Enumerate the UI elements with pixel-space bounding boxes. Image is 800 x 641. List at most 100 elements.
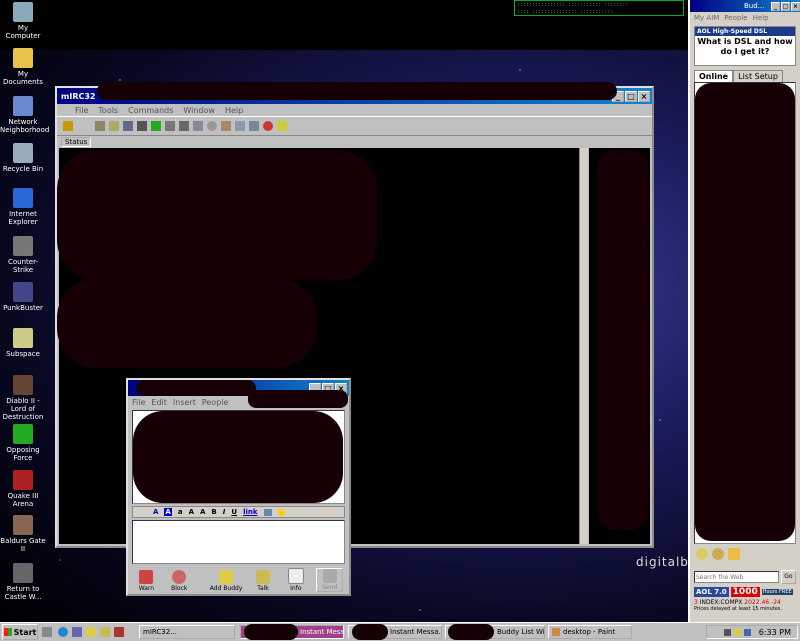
menu-commands[interactable]: Commands [128,106,173,115]
mirc-quicklaunch-icon[interactable] [114,627,124,637]
im-menu-insert[interactable]: Insert [173,398,196,407]
font-larger-icon[interactable]: A [200,508,205,516]
aim-titlebar[interactable]: Bud... _ □ × [690,0,800,12]
desktop-icon-label: Internet Explorer [8,210,38,226]
desktop-icon[interactable]: Baldurs Gate II [0,515,46,553]
script-icon[interactable] [137,121,147,131]
aim-menu-people[interactable]: People [724,14,747,22]
desktop-icon[interactable]: My Documents [0,48,46,86]
tray-aim-icon[interactable] [733,628,741,636]
send-im-icon[interactable] [696,548,708,560]
program-icon [13,470,33,490]
link-icon[interactable]: link [243,508,257,516]
menu-file[interactable]: File [75,106,88,115]
desktop-icon[interactable]: Counter-Strike [0,236,46,274]
im-menu-file[interactable]: File [132,398,145,407]
picture-icon[interactable] [263,508,272,516]
info-button[interactable]: Info [283,568,308,592]
help-icon[interactable] [263,121,273,131]
redacted-text [133,411,343,503]
bold-icon[interactable]: B [211,508,216,516]
tray-monitor-icon[interactable] [743,628,751,636]
search-web-input[interactable] [694,571,779,583]
desktop-icon[interactable]: Opposing Force [0,424,46,462]
stock-ticker[interactable]: 3 INDEX:COMPX 2022.46 -24 [694,599,796,606]
underline-icon[interactable]: U [231,508,237,516]
talk-button[interactable]: Talk [251,570,276,592]
program-icon [13,96,33,116]
menu-help[interactable]: Help [225,106,243,115]
options-icon[interactable] [95,121,105,131]
warn-button[interactable]: Warn [134,570,159,592]
tab-status[interactable]: Status [61,137,92,147]
block-button[interactable]: Block [167,570,192,592]
cascade-icon[interactable] [235,121,245,131]
go-button[interactable]: Go [780,570,796,584]
menu-tools[interactable]: Tools [98,106,118,115]
font-normal-icon[interactable]: A [189,508,194,516]
mirc-scrollbar[interactable] [579,148,588,544]
colors-icon[interactable] [221,121,231,131]
minimize-button[interactable]: _ [771,1,780,11]
program-icon [13,2,33,22]
buddy-info-icon[interactable] [728,548,740,560]
italic-icon[interactable]: I [223,508,226,516]
winamp-quicklaunch-icon[interactable] [100,627,110,637]
log-icon[interactable] [179,121,189,131]
add-buddy-button[interactable]: Add Buddy [210,570,243,592]
text-color-icon[interactable]: A [153,508,158,516]
ad-header: AOL High-Speed DSL [695,27,795,36]
ie-quicklaunch-icon[interactable] [58,627,68,637]
menu-window[interactable]: Window [183,106,215,115]
channels-icon[interactable] [109,121,119,131]
notify-icon[interactable] [151,121,161,131]
task-mirc[interactable]: mIRC32... [139,625,235,639]
desktop-icon[interactable]: Diablo II - Lord of Destruction [0,375,46,421]
aim-menu-my-aim[interactable]: My AIM [694,14,719,22]
desktop-icon[interactable]: Quake III Arena [0,470,46,508]
aim-quicklaunch-icon[interactable] [86,627,96,637]
maximize-button[interactable]: □ [781,1,790,11]
aol-promo[interactable]: AOL 7.0 1000 Hours FREE [694,587,796,597]
tile-icon[interactable] [193,121,203,131]
aim-buddy-list[interactable]: Bud... _ □ × My AIM People Help AOL High… [688,0,800,622]
arrange-icon[interactable] [249,121,259,131]
dcc-icon[interactable] [165,121,175,131]
im-menu-people[interactable]: People [202,398,229,407]
chat-icon[interactable] [712,548,724,560]
bg-color-icon[interactable]: A [164,508,172,516]
maximize-button[interactable]: □ [625,90,637,102]
send-button[interactable]: Send [316,568,344,592]
desktop-quicklaunch-icon[interactable] [42,627,52,637]
desktop-icon[interactable]: My Computer [0,2,46,40]
aim-menu-help[interactable]: Help [753,14,769,22]
im-menu-edit[interactable]: Edit [151,398,167,407]
close-button[interactable]: × [638,90,650,102]
im-window[interactable]: _ □ × File Edit Insert People A A a A A … [126,378,351,596]
about-icon[interactable] [277,121,287,131]
desktop-icon[interactable]: Return to Castle W... [0,563,46,601]
redacted-text [597,150,649,530]
address-book-icon[interactable] [123,121,133,131]
im-conversation[interactable] [132,410,345,504]
timer-icon[interactable] [207,121,217,131]
im-button-bar: Warn Block Add Buddy Talk Info Send [128,566,349,594]
tab-online[interactable]: Online [694,70,734,82]
connect-icon[interactable] [63,121,73,131]
outlook-quicklaunch-icon[interactable] [72,627,82,637]
tray-volume-icon[interactable] [723,628,731,636]
buddy-list-panel[interactable] [694,82,796,544]
desktop-icon[interactable]: Internet Explorer [0,188,46,226]
desktop-icon[interactable]: Recycle Bin [0,143,46,173]
desktop-icon[interactable]: PunkBuster [0,282,46,312]
start-button[interactable]: Start [2,624,38,640]
im-compose-input[interactable] [132,520,345,564]
smiley-icon[interactable] [277,508,285,516]
font-smaller-icon[interactable]: a [178,508,183,516]
task-paint[interactable]: desktop - Paint [548,625,632,639]
desktop-icon[interactable]: Subspace [0,328,46,358]
close-button[interactable]: × [791,1,800,11]
tab-list-setup[interactable]: List Setup [733,70,783,82]
desktop-icon[interactable]: Network Neighborhood [0,96,49,134]
dsl-ad-banner[interactable]: AOL High-Speed DSL What is DSL and how d… [694,26,796,66]
